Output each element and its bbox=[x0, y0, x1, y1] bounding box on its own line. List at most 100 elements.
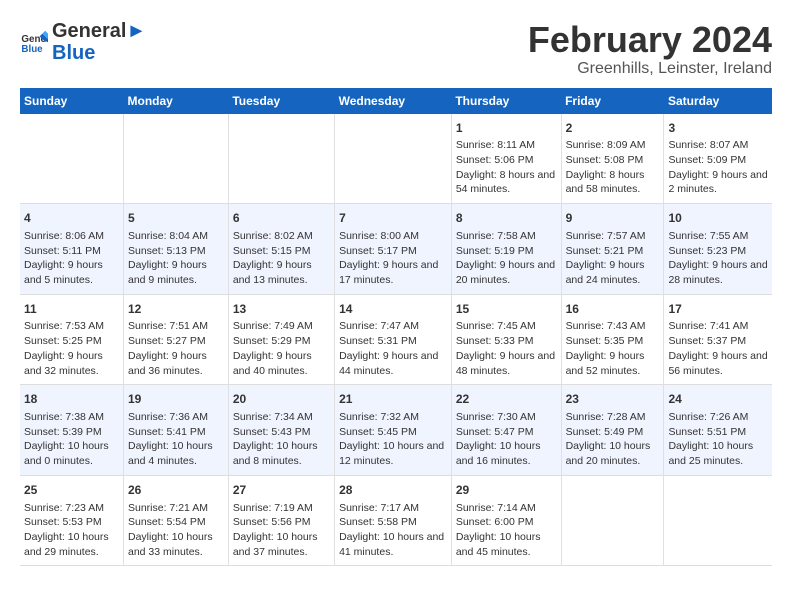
day-number: 7 bbox=[339, 210, 447, 227]
logo-blue-text: Blue bbox=[52, 42, 146, 64]
page-title: February 2024 bbox=[528, 20, 772, 60]
calendar-cell: 14Sunrise: 7:47 AM Sunset: 5:31 PM Dayli… bbox=[335, 294, 452, 385]
header-day-tuesday: Tuesday bbox=[228, 88, 334, 114]
calendar-cell: 9 Sunrise: 7:57 AM Sunset: 5:21 PM Daylig… bbox=[561, 204, 664, 295]
day-number: 15 bbox=[456, 301, 557, 318]
calendar-week-2: 4Sunrise: 8:06 AM Sunset: 5:11 PM Daylig… bbox=[20, 204, 772, 295]
day-number: 19 bbox=[128, 391, 224, 408]
day-info: Sunrise: 7:51 AM Sunset: 5:27 PM Dayligh… bbox=[128, 319, 224, 378]
day-number: 24 bbox=[668, 391, 768, 408]
day-info: Sunrise: 7:17 AM Sunset: 5:58 PM Dayligh… bbox=[339, 501, 447, 560]
calendar-cell: 17Sunrise: 7:41 AM Sunset: 5:37 PM Dayli… bbox=[664, 294, 772, 385]
day-info: Sunrise: 7:43 AM Sunset: 5:35 PM Dayligh… bbox=[566, 319, 660, 378]
day-info: Sunrise: 7:23 AM Sunset: 5:53 PM Dayligh… bbox=[24, 501, 119, 560]
day-number: 18 bbox=[24, 391, 119, 408]
day-number: 13 bbox=[233, 301, 330, 318]
calendar-cell: 19Sunrise: 7:36 AM Sunset: 5:41 PM Dayli… bbox=[124, 385, 229, 476]
day-info: Sunrise: 7:47 AM Sunset: 5:31 PM Dayligh… bbox=[339, 319, 447, 378]
page-header: General Blue General► Blue February 2024… bbox=[20, 20, 772, 78]
calendar-cell: 23 Sunrise: 7:28 AM Sunset: 5:49 PM Dayli… bbox=[561, 385, 664, 476]
day-info: Sunrise: 8:02 AM Sunset: 5:15 PM Dayligh… bbox=[233, 229, 330, 288]
day-number: 12 bbox=[128, 301, 224, 318]
day-number: 3 bbox=[668, 120, 768, 137]
day-number: 11 bbox=[24, 301, 119, 318]
day-info: Sunrise: 7:34 AM Sunset: 5:43 PM Dayligh… bbox=[233, 410, 330, 469]
day-number: 25 bbox=[24, 482, 119, 499]
day-info: Sunrise: 8:07 AM Sunset: 5:09 PM Dayligh… bbox=[668, 138, 768, 197]
title-block: February 2024 Greenhills, Leinster, Irel… bbox=[528, 20, 772, 78]
logo-general-text: General► bbox=[52, 20, 146, 42]
day-number: 23 bbox=[566, 391, 660, 408]
calendar-cell: 26Sunrise: 7:21 AM Sunset: 5:54 PM Dayli… bbox=[124, 475, 229, 566]
day-info: Sunrise: 7:30 AM Sunset: 5:47 PM Dayligh… bbox=[456, 410, 557, 469]
day-info: Sunrise: 7:14 AM Sunset: 6:00 PM Dayligh… bbox=[456, 501, 557, 560]
calendar-cell bbox=[664, 475, 772, 566]
day-number: 28 bbox=[339, 482, 447, 499]
day-number: 17 bbox=[668, 301, 768, 318]
svg-text:Blue: Blue bbox=[21, 44, 43, 55]
day-info: Sunrise: 7:49 AM Sunset: 5:29 PM Dayligh… bbox=[233, 319, 330, 378]
day-info: Sunrise: 8:11 AM Sunset: 5:06 PM Dayligh… bbox=[456, 138, 557, 197]
day-info: Sunrise: 8:00 AM Sunset: 5:17 PM Dayligh… bbox=[339, 229, 447, 288]
header-day-sunday: Sunday bbox=[20, 88, 124, 114]
calendar-cell: 24 Sunrise: 7:26 AM Sunset: 5:51 PM Dayli… bbox=[664, 385, 772, 476]
day-info: Sunrise: 7:45 AM Sunset: 5:33 PM Dayligh… bbox=[456, 319, 557, 378]
calendar-cell bbox=[335, 114, 452, 204]
day-number: 27 bbox=[233, 482, 330, 499]
calendar-cell: 6 Sunrise: 8:02 AM Sunset: 5:15 PM Daylig… bbox=[228, 204, 334, 295]
day-info: Sunrise: 7:38 AM Sunset: 5:39 PM Dayligh… bbox=[24, 410, 119, 469]
day-info: Sunrise: 8:06 AM Sunset: 5:11 PM Dayligh… bbox=[24, 229, 119, 288]
calendar-cell: 25 Sunrise: 7:23 AM Sunset: 5:53 PM Dayli… bbox=[20, 475, 124, 566]
day-info: Sunrise: 7:55 AM Sunset: 5:23 PM Dayligh… bbox=[668, 229, 768, 288]
calendar-cell: 8Sunrise: 7:58 AM Sunset: 5:19 PM Daylig… bbox=[451, 204, 561, 295]
day-number: 16 bbox=[566, 301, 660, 318]
calendar-cell: 21 Sunrise: 7:32 AM Sunset: 5:45 PM Dayli… bbox=[335, 385, 452, 476]
calendar-cell: 29 Sunrise: 7:14 AM Sunset: 6:00 PM Dayli… bbox=[451, 475, 561, 566]
day-info: Sunrise: 7:57 AM Sunset: 5:21 PM Dayligh… bbox=[566, 229, 660, 288]
logo-icon: General Blue bbox=[20, 28, 48, 56]
calendar-header-row: SundayMondayTuesdayWednesdayThursdayFrid… bbox=[20, 88, 772, 114]
day-info: Sunrise: 8:09 AM Sunset: 5:08 PM Dayligh… bbox=[566, 138, 660, 197]
day-number: 5 bbox=[128, 210, 224, 227]
day-info: Sunrise: 7:28 AM Sunset: 5:49 PM Dayligh… bbox=[566, 410, 660, 469]
day-info: Sunrise: 7:26 AM Sunset: 5:51 PM Dayligh… bbox=[668, 410, 768, 469]
header-day-saturday: Saturday bbox=[664, 88, 772, 114]
calendar-week-4: 18 Sunrise: 7:38 AM Sunset: 5:39 PM Dayli… bbox=[20, 385, 772, 476]
header-day-wednesday: Wednesday bbox=[335, 88, 452, 114]
logo: General Blue General► Blue bbox=[20, 20, 146, 64]
calendar-cell: 1Sunrise: 8:11 AM Sunset: 5:06 PM Daylig… bbox=[451, 114, 561, 204]
header-day-friday: Friday bbox=[561, 88, 664, 114]
day-number: 29 bbox=[456, 482, 557, 499]
page-subtitle: Greenhills, Leinster, Ireland bbox=[528, 60, 772, 78]
day-number: 2 bbox=[566, 120, 660, 137]
calendar-cell: 11Sunrise: 7:53 AM Sunset: 5:25 PM Dayli… bbox=[20, 294, 124, 385]
calendar-cell: 7 Sunrise: 8:00 AM Sunset: 5:17 PM Daylig… bbox=[335, 204, 452, 295]
calendar-cell: 12Sunrise: 7:51 AM Sunset: 5:27 PM Dayli… bbox=[124, 294, 229, 385]
calendar-cell bbox=[561, 475, 664, 566]
day-info: Sunrise: 8:04 AM Sunset: 5:13 PM Dayligh… bbox=[128, 229, 224, 288]
calendar-cell: 28 Sunrise: 7:17 AM Sunset: 5:58 PM Dayli… bbox=[335, 475, 452, 566]
calendar-cell: 18 Sunrise: 7:38 AM Sunset: 5:39 PM Dayli… bbox=[20, 385, 124, 476]
day-number: 6 bbox=[233, 210, 330, 227]
day-info: Sunrise: 7:41 AM Sunset: 5:37 PM Dayligh… bbox=[668, 319, 768, 378]
day-number: 10 bbox=[668, 210, 768, 227]
day-info: Sunrise: 7:19 AM Sunset: 5:56 PM Dayligh… bbox=[233, 501, 330, 560]
header-day-thursday: Thursday bbox=[451, 88, 561, 114]
day-info: Sunrise: 7:32 AM Sunset: 5:45 PM Dayligh… bbox=[339, 410, 447, 469]
calendar-cell: 5 Sunrise: 8:04 AM Sunset: 5:13 PM Daylig… bbox=[124, 204, 229, 295]
calendar-cell: 13Sunrise: 7:49 AM Sunset: 5:29 PM Dayli… bbox=[228, 294, 334, 385]
calendar-cell: 4Sunrise: 8:06 AM Sunset: 5:11 PM Daylig… bbox=[20, 204, 124, 295]
day-number: 20 bbox=[233, 391, 330, 408]
day-info: Sunrise: 7:21 AM Sunset: 5:54 PM Dayligh… bbox=[128, 501, 224, 560]
calendar-cell: 20 Sunrise: 7:34 AM Sunset: 5:43 PM Dayli… bbox=[228, 385, 334, 476]
day-info: Sunrise: 7:58 AM Sunset: 5:19 PM Dayligh… bbox=[456, 229, 557, 288]
calendar-cell: 22 Sunrise: 7:30 AM Sunset: 5:47 PM Dayli… bbox=[451, 385, 561, 476]
day-number: 22 bbox=[456, 391, 557, 408]
calendar-week-1: 1Sunrise: 8:11 AM Sunset: 5:06 PM Daylig… bbox=[20, 114, 772, 204]
calendar-cell: 15Sunrise: 7:45 AM Sunset: 5:33 PM Dayli… bbox=[451, 294, 561, 385]
calendar-cell: 3Sunrise: 8:07 AM Sunset: 5:09 PM Daylig… bbox=[664, 114, 772, 204]
calendar-cell bbox=[228, 114, 334, 204]
day-number: 21 bbox=[339, 391, 447, 408]
day-number: 9 bbox=[566, 210, 660, 227]
calendar-cell: 10 Sunrise: 7:55 AM Sunset: 5:23 PM Dayli… bbox=[664, 204, 772, 295]
